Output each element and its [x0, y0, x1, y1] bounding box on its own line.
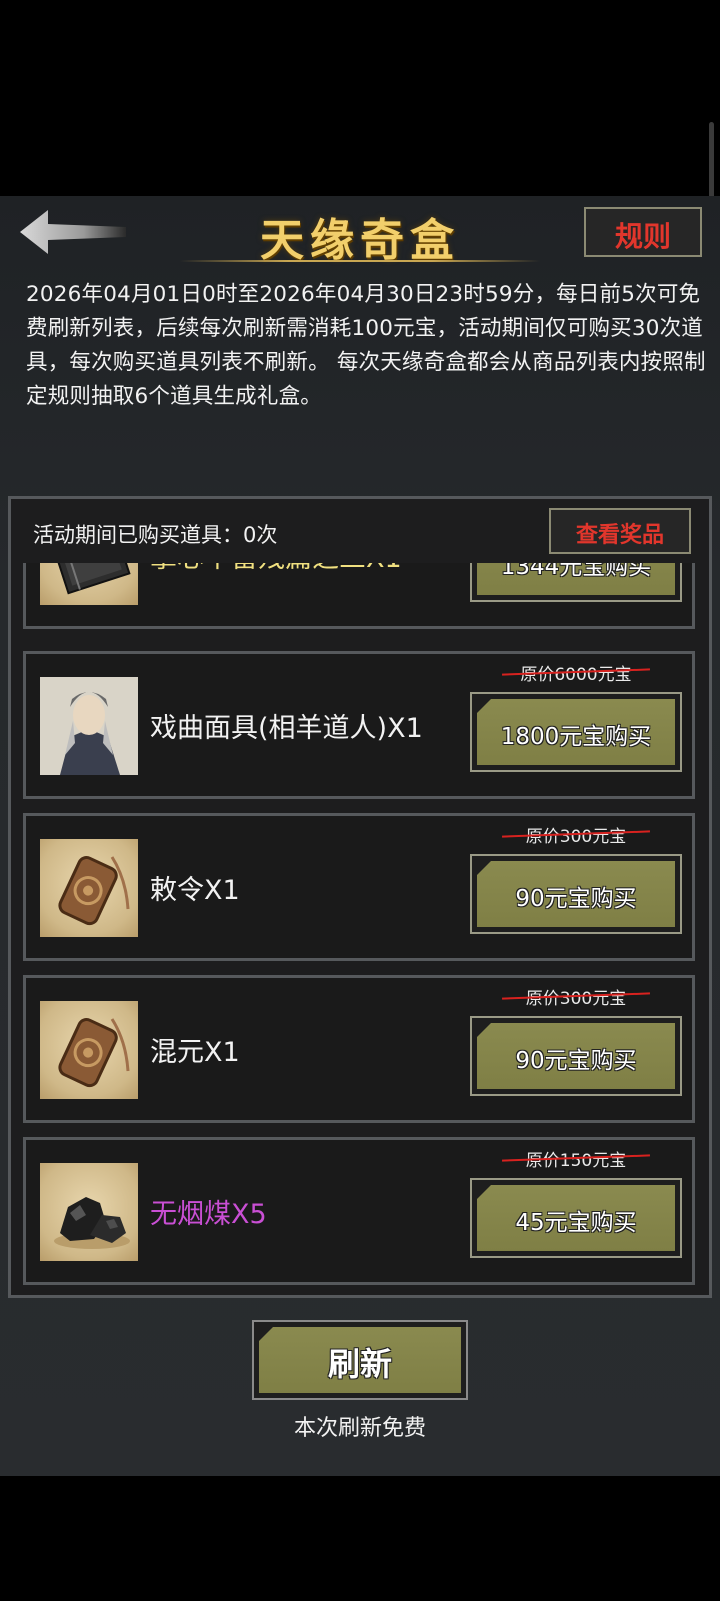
- page-title-text: 天缘奇盒: [260, 215, 460, 266]
- purchase-count-text: 活动期间已购买道具：0次: [33, 523, 278, 547]
- original-price: 原价150元宝: [502, 1146, 650, 1171]
- buy-button-label: 1344元宝购买: [500, 563, 652, 580]
- list-item: 戏曲面具(相羊道人)X1 原价6000元宝 1800元宝购买: [23, 651, 695, 799]
- list-item: 混元X1 原价300元宝 90元宝购买: [23, 975, 695, 1123]
- original-price: 原价300元宝: [502, 984, 650, 1009]
- page-title: 天缘奇盒: [160, 200, 560, 266]
- list-item: 无烟煤X5 原价150元宝 45元宝购买: [23, 1137, 695, 1285]
- original-price: 原价300元宝: [502, 822, 650, 847]
- item-name: 掌心千雷残篇之三X1: [150, 563, 402, 575]
- original-price: 原价6000元宝: [502, 660, 650, 685]
- item-name: 敕令X1: [150, 875, 240, 906]
- item-list[interactable]: 掌心千雷残篇之三X1 1344元宝购买 戏曲面具: [11, 563, 709, 1295]
- token-icon: [40, 1001, 138, 1099]
- buy-button[interactable]: 45元宝购买: [470, 1178, 682, 1258]
- view-prizes-button[interactable]: 查看奖品: [549, 508, 691, 554]
- refresh-button[interactable]: 刷新: [252, 1320, 468, 1400]
- buy-button[interactable]: 1800元宝购买: [470, 692, 682, 772]
- rules-button-label: 规则: [614, 220, 671, 253]
- rules-button[interactable]: 规则: [584, 207, 702, 257]
- title-underline: [180, 260, 540, 262]
- back-button[interactable]: [18, 208, 130, 256]
- event-description: 2026年04月01日0时至2026年04月30日23时59分，每日前5次可免费…: [26, 282, 706, 409]
- buy-button[interactable]: 1344元宝购买: [470, 563, 682, 602]
- buy-button-label: 45元宝购买: [515, 1210, 637, 1236]
- buy-button[interactable]: 90元宝购买: [470, 854, 682, 934]
- refresh-cost-note: 本次刷新免费: [293, 1416, 426, 1441]
- view-prizes-label: 查看奖品: [575, 523, 664, 548]
- buy-button-label: 90元宝购买: [515, 1048, 637, 1074]
- item-name: 混元X1: [150, 1037, 240, 1068]
- coal-icon: [40, 1163, 138, 1261]
- token-icon: [40, 839, 138, 937]
- screen: 天缘奇盒 规则 2026年04月01日0时至2026年04月30日23时59分，…: [0, 0, 720, 1601]
- buy-button-label: 1800元宝购买: [500, 724, 652, 750]
- list-item: 敕令X1 原价300元宝 90元宝购买: [23, 813, 695, 961]
- back-arrow-icon: [20, 210, 126, 254]
- buy-button-label: 90元宝购买: [515, 886, 637, 912]
- list-item: 掌心千雷残篇之三X1 1344元宝购买: [23, 563, 695, 629]
- refresh-button-label: 刷新: [327, 1345, 392, 1383]
- item-name: 戏曲面具(相羊道人)X1: [150, 713, 423, 744]
- taoist-portrait-icon: [40, 677, 138, 775]
- item-list-panel: 活动期间已购买道具：0次 查看奖品 掌心千雷残篇之三X1: [8, 496, 712, 1298]
- book-icon: [40, 563, 138, 605]
- buy-button[interactable]: 90元宝购买: [470, 1016, 682, 1096]
- item-name: 无烟煤X5: [150, 1199, 267, 1230]
